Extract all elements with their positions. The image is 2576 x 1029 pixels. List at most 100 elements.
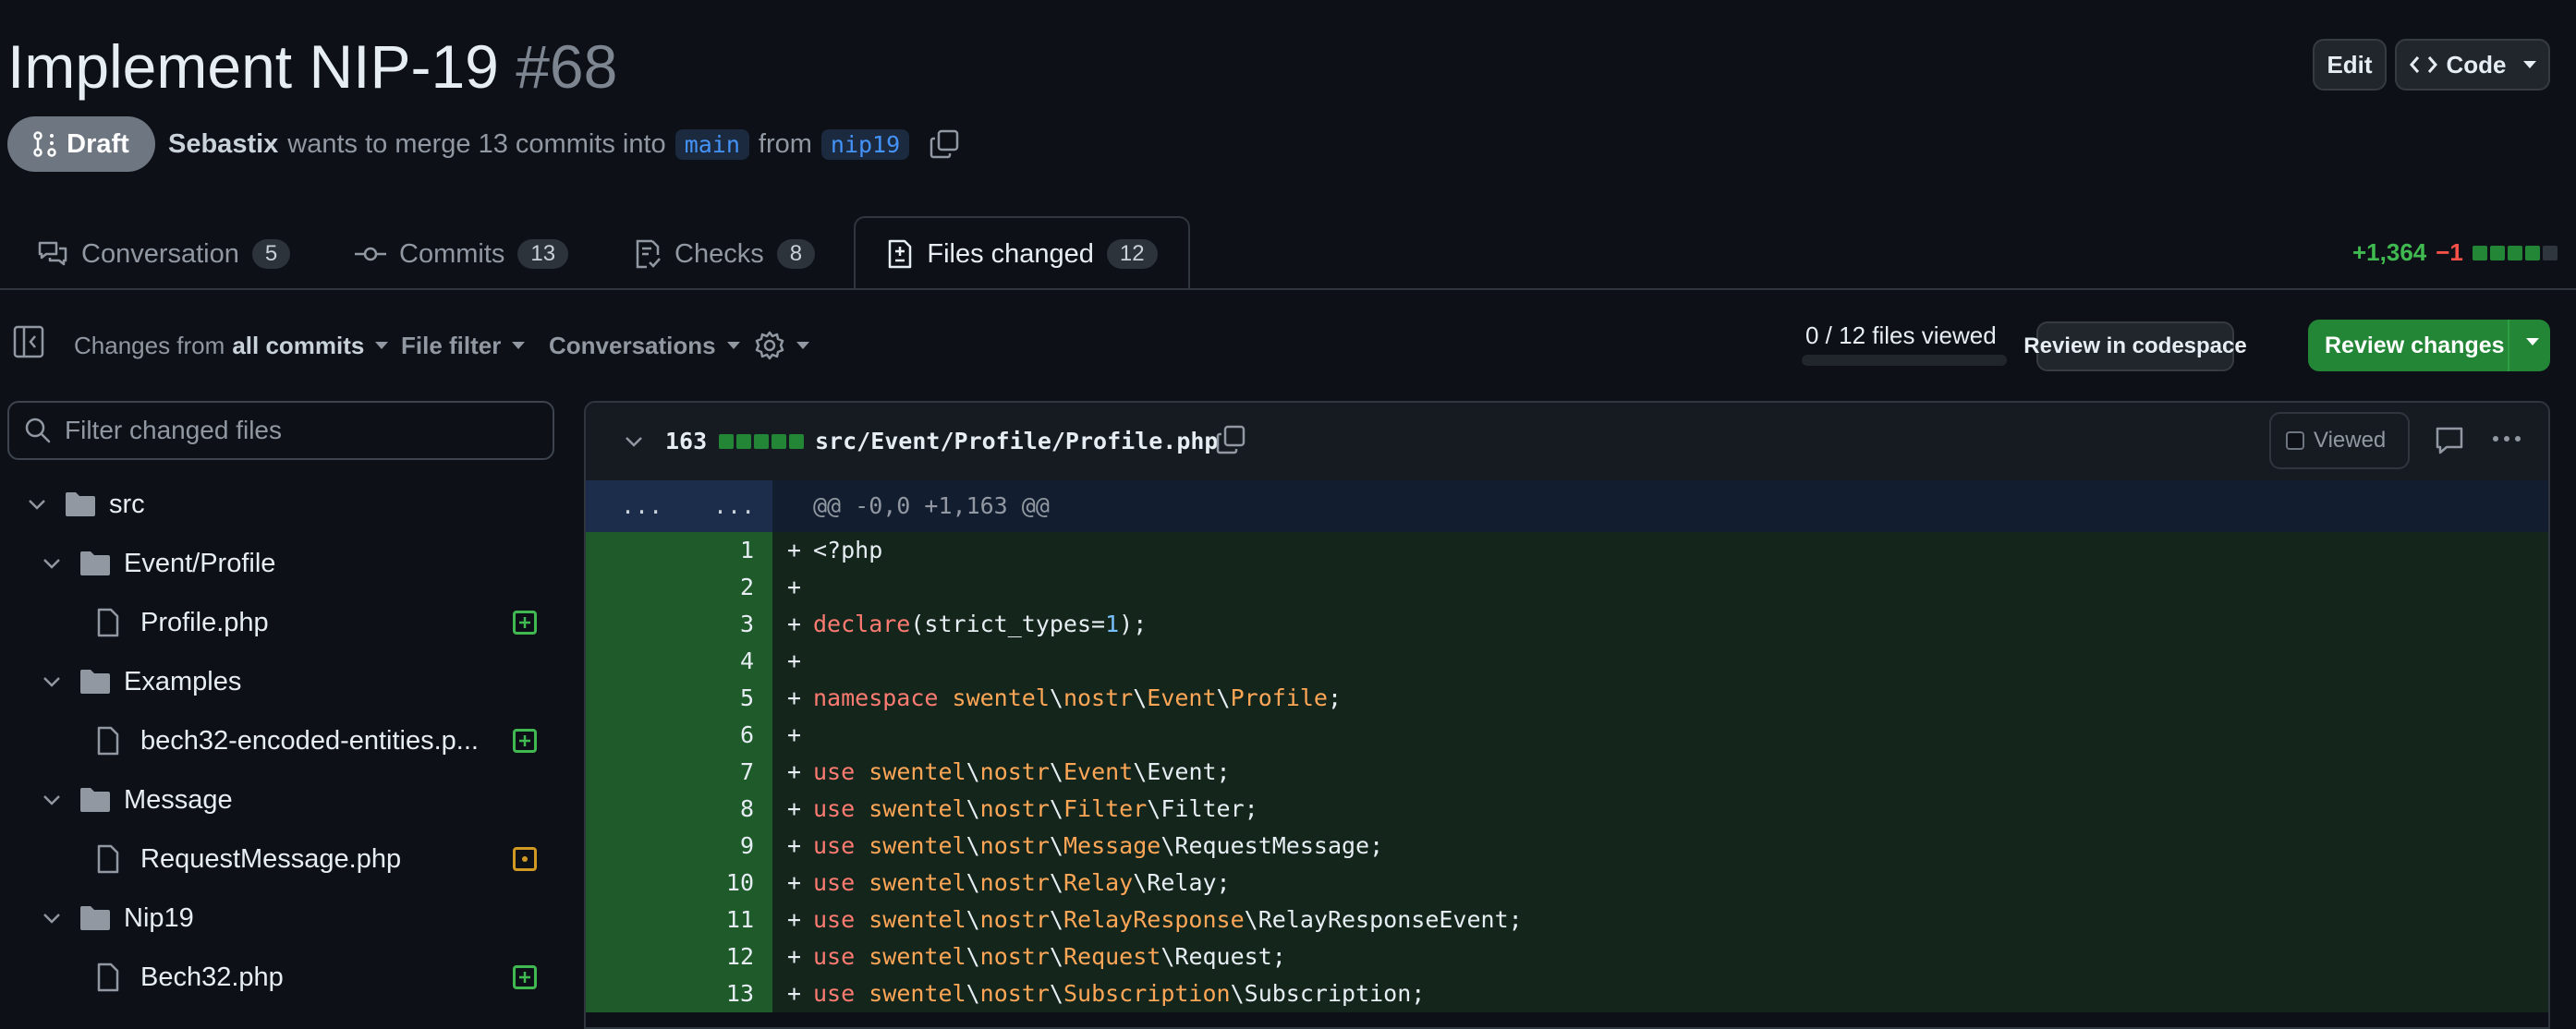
line-number[interactable]: 11: [586, 902, 772, 938]
tree-file-profile[interactable]: Profile.php: [0, 593, 554, 652]
base-branch[interactable]: main: [674, 128, 749, 160]
review-changes-label: Review changes: [2325, 332, 2505, 358]
code-text: use swentel\nostr\Relay\Relay;: [813, 869, 1231, 896]
diff-settings-button[interactable]: [754, 327, 809, 364]
review-in-codespace-button[interactable]: Review in codespace: [2023, 321, 2247, 371]
pr-title: Implement NIP-19 #68: [7, 26, 617, 107]
tree-label: Nip19: [124, 902, 194, 933]
file-filter-dropdown[interactable]: File filter: [401, 327, 526, 364]
diff-line: 4 +: [586, 643, 2548, 680]
diff-file-path[interactable]: src/Event/Profile/Profile.php: [815, 427, 1219, 456]
author-link[interactable]: Sebastix: [168, 129, 278, 160]
review-codespace-label: Review in codespace: [2023, 333, 2247, 358]
code-text: use swentel\nostr\RelayResponse\RelayRes…: [813, 906, 1523, 933]
diffstat-bar: [719, 434, 804, 449]
file-icon: [96, 608, 120, 637]
line-number[interactable]: 4: [586, 643, 772, 680]
line-number[interactable]: 13: [586, 975, 772, 1012]
line-number[interactable]: 12: [586, 938, 772, 975]
edit-button[interactable]: Edit: [2313, 39, 2387, 91]
copy-icon[interactable]: [930, 129, 959, 159]
review-changes-button[interactable]: Review changes: [2308, 320, 2550, 371]
line-number[interactable]: 1: [586, 532, 772, 569]
copy-icon[interactable]: [1216, 425, 1245, 454]
file-diff-icon: [886, 238, 914, 270]
diff-line: 12 + use swentel\nostr\Request\Request;: [586, 938, 2548, 975]
file-modified-icon: [513, 847, 537, 871]
filter-files-input[interactable]: Filter changed files: [7, 401, 554, 460]
tab-label: Conversation: [81, 238, 239, 269]
tab-count: 12: [1106, 239, 1158, 269]
diff-line: 9 + use swentel\nostr\Message\RequestMess…: [586, 828, 2548, 865]
status-badge-label: Draft: [67, 128, 129, 159]
hunk-header-text: @@ -0,0 +1,163 @@: [813, 492, 1050, 519]
changes-from-value: all commits: [232, 331, 365, 359]
pr-meta: Sebastix wants to merge 13 commits into …: [168, 125, 959, 163]
tab-count: 8: [776, 239, 816, 269]
line-number[interactable]: 9: [586, 828, 772, 865]
tree-file-bech32[interactable]: Bech32.php: [0, 948, 554, 1007]
chevron-down-icon: [39, 669, 65, 695]
code-button[interactable]: Code: [2395, 39, 2550, 91]
line-number[interactable]: 8: [586, 791, 772, 828]
tree-label: Bech32.php: [140, 962, 284, 992]
code-text: use swentel\nostr\Subscription\Subscript…: [813, 980, 1426, 1007]
folder-icon: [79, 551, 111, 576]
line-number[interactable]: 3: [586, 606, 772, 643]
tree-label: Event/Profile: [124, 548, 276, 578]
diff-panel: 163 src/Event/Profile/Profile.php Viewed…: [584, 401, 2550, 1029]
tree-file-bech32-encoded-entities[interactable]: bech32-encoded-entities.p...: [0, 711, 554, 770]
tab-label: Files changed: [927, 238, 1094, 269]
checklist-icon: [634, 238, 662, 270]
chevron-down-icon: [796, 342, 809, 349]
gear-icon: [754, 330, 785, 361]
sidebar-toggle-icon[interactable]: [13, 323, 44, 360]
commit-icon: [355, 245, 386, 263]
diff-line: 2 +: [586, 569, 2548, 606]
chevron-down-icon[interactable]: [2526, 338, 2539, 345]
tab-conversation[interactable]: Conversation 5: [37, 218, 291, 290]
conversations-dropdown[interactable]: Conversations: [549, 327, 740, 364]
merge-text: wants to merge 13 commits into: [287, 128, 666, 159]
status-badge: Draft: [7, 116, 155, 172]
line-number[interactable]: 6: [586, 717, 772, 754]
comment-icon[interactable]: [2434, 425, 2465, 456]
hunk-expand-left[interactable]: ...: [621, 488, 662, 525]
chevron-down-icon[interactable]: [621, 429, 647, 454]
code-text: declare(strict_types=1);: [813, 611, 1148, 637]
code-button-label: Code: [2446, 50, 2507, 79]
pr-title-text: Implement NIP-19: [7, 32, 499, 101]
diff-line: 6 +: [586, 717, 2548, 754]
hunk-header-row: ... ... @@ -0,0 +1,163 @@: [586, 480, 2548, 532]
tab-checks[interactable]: Checks 8: [634, 218, 816, 290]
diff-line: 8 + use swentel\nostr\Filter\Filter;: [586, 791, 2548, 828]
from-text: from: [758, 128, 812, 159]
line-number[interactable]: 7: [586, 754, 772, 791]
file-icon: [96, 962, 120, 992]
hunk-expand-right[interactable]: ...: [713, 488, 755, 525]
files-viewed-progress: [1802, 355, 2007, 366]
code-text: use swentel\nostr\Filter\Filter;: [813, 795, 1258, 822]
line-number[interactable]: 10: [586, 865, 772, 902]
changes-from-dropdown[interactable]: Changes from all commits: [74, 327, 389, 364]
tab-files-changed[interactable]: Files changed 12: [854, 216, 1190, 290]
viewed-checkbox[interactable]: Viewed: [2269, 412, 2410, 469]
tab-commits[interactable]: Commits 13: [355, 218, 569, 290]
line-number[interactable]: 5: [586, 680, 772, 717]
file-icon: [96, 844, 120, 874]
kebab-horizontal-icon[interactable]: [2493, 436, 2521, 442]
code-text: use swentel\nostr\Event\Event;: [813, 758, 1231, 785]
diff-line-count: 163: [665, 428, 708, 454]
button-separator: [2508, 320, 2509, 371]
diff-line: 5 + namespace swentel\nostr\Event\Profile…: [586, 680, 2548, 717]
file-filter-label: File filter: [401, 331, 502, 359]
diff-line: 3 + declare(strict_types=1);: [586, 606, 2548, 643]
diff-line: 1 + <?php: [586, 532, 2548, 569]
search-icon: [24, 417, 52, 444]
tree-file-requestmessage[interactable]: RequestMessage.php: [0, 829, 554, 889]
line-number[interactable]: 2: [586, 569, 772, 606]
tab-divider: [0, 288, 2576, 290]
head-branch[interactable]: nip19: [820, 128, 910, 160]
filter-placeholder: Filter changed files: [65, 416, 283, 444]
file-icon: [96, 726, 120, 756]
